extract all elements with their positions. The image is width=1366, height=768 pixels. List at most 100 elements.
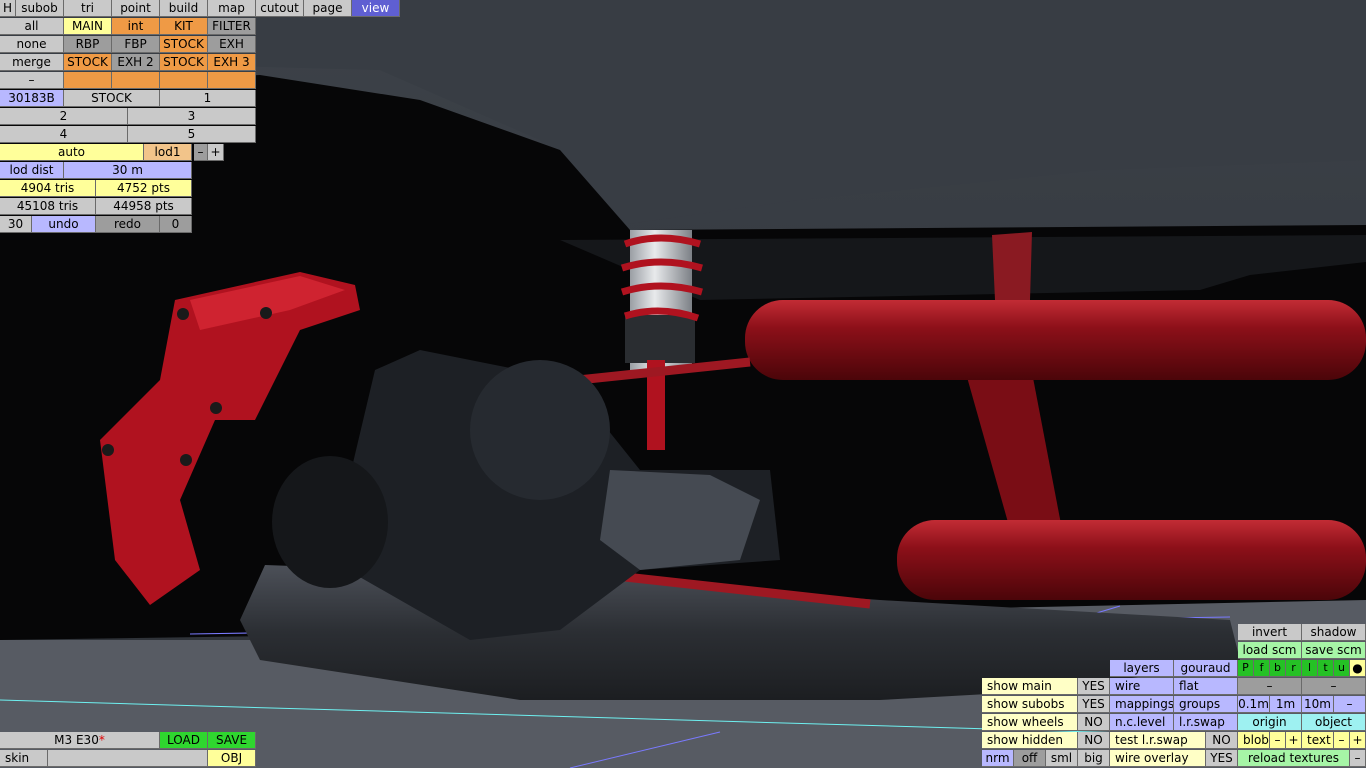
lod-dist-label[interactable]: lod dist	[0, 162, 64, 179]
remove-button[interactable]: –	[0, 72, 64, 89]
obj-button[interactable]: OBJ	[208, 750, 256, 767]
grid-10m-button[interactable]: 10m	[1302, 696, 1334, 713]
nc-level-button[interactable]: n.c.level	[1110, 714, 1174, 731]
subob-empty-2[interactable]	[112, 72, 160, 89]
lod-plus-button[interactable]: +	[208, 144, 224, 161]
flag-t-button[interactable]: t	[1318, 660, 1334, 677]
reload-minus-button[interactable]: –	[1350, 750, 1366, 767]
tab-build[interactable]: build	[160, 0, 208, 17]
show-hidden-label[interactable]: show hidden	[982, 732, 1078, 749]
text-minus-button[interactable]: –	[1334, 732, 1350, 749]
show-hidden-value[interactable]: NO	[1078, 732, 1110, 749]
blob-plus-button[interactable]: +	[1286, 732, 1302, 749]
lr-swap-button[interactable]: l.r.swap	[1174, 714, 1238, 731]
subob-number-2[interactable]: 2	[0, 108, 128, 125]
subob-exh-2[interactable]: EXH 2	[112, 54, 160, 71]
size-off-button[interactable]: off	[1014, 750, 1046, 767]
subob-number-4[interactable]: 4	[0, 126, 128, 143]
subob-empty-4[interactable]	[208, 72, 256, 89]
load-scm-button[interactable]: load scm	[1238, 642, 1302, 659]
size-big-button[interactable]: big	[1078, 750, 1110, 767]
test-lr-swap-label[interactable]: test l.r.swap	[1110, 732, 1206, 749]
gouraud-button[interactable]: gouraud	[1174, 660, 1238, 677]
flag-l-button[interactable]: l	[1302, 660, 1318, 677]
tab-point[interactable]: point	[112, 0, 160, 17]
subob-empty-3[interactable]	[160, 72, 208, 89]
reload-textures-button[interactable]: reload textures	[1238, 750, 1350, 767]
subob-number-5[interactable]: 5	[128, 126, 256, 143]
flag-u-button[interactable]: u	[1334, 660, 1350, 677]
lod-mode-button[interactable]: auto	[0, 144, 144, 161]
object-button[interactable]: object	[1302, 714, 1366, 731]
subob-stock-3[interactable]: STOCK	[160, 54, 208, 71]
subob-rbp[interactable]: RBP	[64, 36, 112, 53]
undo-button[interactable]: undo	[32, 216, 96, 233]
redo-button[interactable]: redo	[96, 216, 160, 233]
lod-dist-value[interactable]: 30 m	[64, 162, 192, 179]
mappings-button[interactable]: mappings	[1110, 696, 1174, 713]
subob-kit[interactable]: KIT	[160, 18, 208, 35]
tab-page[interactable]: page	[304, 0, 352, 17]
subob-filter[interactable]: FILTER	[208, 18, 256, 35]
flag-dot-button[interactable]: ●	[1350, 660, 1366, 677]
subob-id[interactable]: 30183B	[0, 90, 64, 107]
tab-view[interactable]: view	[352, 0, 400, 17]
tab-cutout[interactable]: cutout	[256, 0, 304, 17]
origin-button[interactable]: origin	[1238, 714, 1302, 731]
subob-stock[interactable]: STOCK	[160, 36, 208, 53]
invert-button[interactable]: invert	[1238, 624, 1302, 641]
flag-b-button[interactable]: b	[1270, 660, 1286, 677]
wire-overlay-value[interactable]: YES	[1206, 750, 1238, 767]
groups-button[interactable]: groups	[1174, 696, 1238, 713]
h-button[interactable]: H	[0, 0, 16, 17]
tab-subob[interactable]: subob	[16, 0, 64, 17]
dash-button-2[interactable]: –	[1302, 678, 1366, 695]
tab-tri[interactable]: tri	[64, 0, 112, 17]
wire-button[interactable]: wire	[1110, 678, 1174, 695]
select-none-button[interactable]: none	[0, 36, 64, 53]
subob-stock-2[interactable]: STOCK	[64, 54, 112, 71]
size-nrm-button[interactable]: nrm	[982, 750, 1014, 767]
subob-exh-3[interactable]: EXH 3	[208, 54, 256, 71]
save-scm-button[interactable]: save scm	[1302, 642, 1366, 659]
flat-button[interactable]: flat	[1174, 678, 1238, 695]
size-sml-button[interactable]: sml	[1046, 750, 1078, 767]
shadow-button[interactable]: shadow	[1302, 624, 1366, 641]
text-plus-button[interactable]: +	[1350, 732, 1366, 749]
grid-off-button[interactable]: –	[1334, 696, 1366, 713]
load-button[interactable]: LOAD	[160, 732, 208, 749]
grid-1m-button[interactable]: 1m	[1270, 696, 1302, 713]
flag-f-button[interactable]: f	[1254, 660, 1270, 677]
subob-exh[interactable]: EXH	[208, 36, 256, 53]
lod-name[interactable]: lod1	[144, 144, 192, 161]
show-wheels-label[interactable]: show wheels	[982, 714, 1078, 731]
subob-name[interactable]: STOCK	[64, 90, 160, 107]
dash-button-1[interactable]: –	[1238, 678, 1302, 695]
save-button[interactable]: SAVE	[208, 732, 256, 749]
subob-fbp[interactable]: FBP	[112, 36, 160, 53]
show-main-label[interactable]: show main	[982, 678, 1078, 695]
show-main-value[interactable]: YES	[1078, 678, 1110, 695]
subob-main[interactable]: MAIN	[64, 18, 112, 35]
subob-empty-1[interactable]	[64, 72, 112, 89]
text-label[interactable]: text	[1302, 732, 1334, 749]
select-all-button[interactable]: all	[0, 18, 64, 35]
car-name[interactable]: M3 E30*	[0, 732, 160, 749]
subob-int[interactable]: int	[112, 18, 160, 35]
flag-r-button[interactable]: r	[1286, 660, 1302, 677]
blob-minus-button[interactable]: –	[1270, 732, 1286, 749]
subob-number-3[interactable]: 3	[128, 108, 256, 125]
show-subobs-value[interactable]: YES	[1078, 696, 1110, 713]
subob-number-1[interactable]: 1	[160, 90, 256, 107]
lod-minus-button[interactable]: –	[194, 144, 208, 161]
tab-map[interactable]: map	[208, 0, 256, 17]
show-wheels-value[interactable]: NO	[1078, 714, 1110, 731]
blob-label[interactable]: blob	[1238, 732, 1270, 749]
show-subobs-label[interactable]: show subobs	[982, 696, 1078, 713]
grid-0.1m-button[interactable]: 0.1m	[1238, 696, 1270, 713]
test-lr-swap-value[interactable]: NO	[1206, 732, 1238, 749]
layers-button[interactable]: layers	[1110, 660, 1174, 677]
skin-field[interactable]	[48, 750, 208, 767]
flag-p-button[interactable]: P	[1238, 660, 1254, 677]
wire-overlay-label[interactable]: wire overlay	[1110, 750, 1206, 767]
